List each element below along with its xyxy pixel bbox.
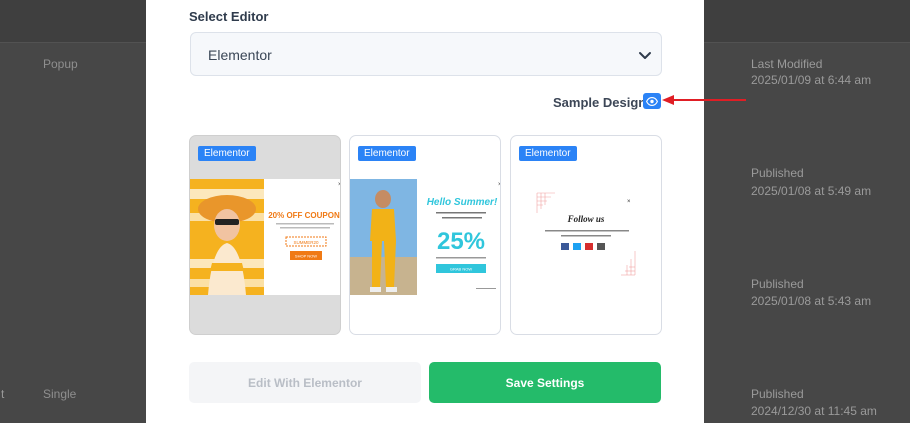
- row-date: 2025/01/08 at 5:43 am: [751, 294, 872, 308]
- sample-design-label: Sample Design: [553, 95, 647, 110]
- template-card-summer[interactable]: Elementor Hello Summer! 25% GRAB NOW ×: [349, 135, 501, 335]
- row-status: Published: [751, 166, 804, 180]
- row-date: 2025/01/09 at 6:44 am: [751, 73, 872, 87]
- select-editor-label: Select Editor: [189, 9, 269, 24]
- follow-headline: Follow us: [567, 214, 605, 224]
- template-badge: Elementor: [358, 146, 416, 161]
- editor-select-value: Elementor: [208, 47, 272, 63]
- template-thumbnail: Hello Summer! 25% GRAB NOW ×: [350, 179, 501, 295]
- row-type: Popup: [43, 57, 78, 71]
- template-card-follow[interactable]: Elementor Follow us ×: [510, 135, 662, 335]
- template-badge: Elementor: [198, 146, 256, 161]
- preview-sample-button[interactable]: [643, 93, 661, 109]
- summer-percent: 25%: [437, 228, 485, 255]
- template-card-coupon[interactable]: Elementor 20% OFF COUPON SUMMER20 SHOP N…: [189, 135, 341, 335]
- row-status: Last Modified: [751, 57, 823, 71]
- row-date: 2024/12/30 at 11:45 am: [751, 404, 877, 418]
- row-date: 2025/01/08 at 5:49 am: [751, 184, 872, 198]
- coupon-headline: 20% OFF COUPON: [268, 211, 340, 220]
- template-thumbnail: Follow us ×: [511, 179, 661, 295]
- save-settings-button[interactable]: Save Settings: [429, 362, 661, 403]
- row-status: Published: [751, 277, 804, 291]
- edit-with-elementor-button[interactable]: Edit With Elementor: [189, 362, 421, 403]
- coupon-cta: SHOP NOW: [295, 254, 317, 259]
- arrow-left-icon: [662, 95, 746, 105]
- eye-icon: [646, 96, 658, 106]
- row-type: Single: [43, 387, 77, 401]
- template-badge: Elementor: [519, 146, 577, 161]
- svg-text:×: ×: [498, 182, 501, 188]
- chevron-down-icon: [639, 52, 651, 59]
- svg-text:×: ×: [627, 199, 631, 205]
- coupon-code: SUMMER20: [293, 240, 319, 245]
- row-status: Published: [751, 387, 804, 401]
- summer-headline: Hello Summer!: [427, 197, 498, 208]
- editor-select[interactable]: Elementor: [190, 32, 662, 76]
- template-thumbnail: 20% OFF COUPON SUMMER20 SHOP NOW ×: [190, 179, 341, 295]
- row-prefix: t: [1, 387, 5, 401]
- svg-text:×: ×: [338, 182, 341, 188]
- editor-modal: Select Editor Elementor Sample Design El…: [146, 0, 704, 423]
- summer-cta: GRAB NOW: [450, 267, 472, 272]
